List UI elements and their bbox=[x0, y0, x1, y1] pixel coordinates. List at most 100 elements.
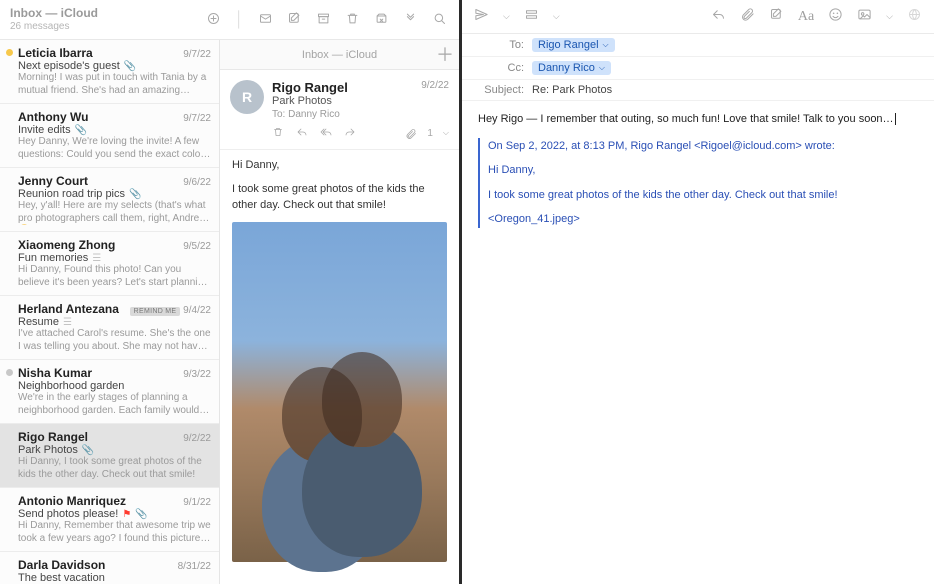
message-subject: Send photos please! bbox=[18, 508, 118, 520]
thread-icon: ☰ bbox=[63, 317, 72, 328]
message-row[interactable]: Antonio Manriquez 9/1/22Send photos plea… bbox=[0, 488, 219, 552]
to-token[interactable]: Rigo Rangel ⌵ bbox=[532, 38, 615, 52]
message-preview: I've attached Carol's resume. She's the … bbox=[18, 328, 211, 353]
chevron-down-icon: ⌵ bbox=[443, 128, 449, 140]
reader-attachment-group[interactable]: 1 ⌵ bbox=[405, 128, 449, 140]
message-from: Darla Davidson bbox=[18, 558, 105, 572]
message-row[interactable]: Rigo Rangel 9/2/22Park Photos📎Hi Danny, … bbox=[0, 424, 219, 488]
message-subject: Fun memories bbox=[18, 252, 88, 264]
message-preview: Hey, y'all! Here are my selects (that's … bbox=[18, 200, 211, 225]
message-subject: The best vacation bbox=[18, 572, 105, 584]
message-preview: We're in the early stages of planning a … bbox=[18, 392, 211, 417]
quote-line: <Oregon_41.jpeg> bbox=[488, 211, 918, 228]
remind-badge: REMIND ME bbox=[130, 307, 181, 316]
mailbox-title-block: Inbox — iCloud 26 messages bbox=[6, 7, 156, 31]
message-date: 9/3/22 bbox=[183, 369, 211, 380]
paperclip-icon: 📎 bbox=[124, 61, 136, 72]
markup-icon[interactable] bbox=[769, 7, 784, 26]
photo-browser-icon[interactable] bbox=[857, 7, 872, 26]
message-from: Jenny Court bbox=[18, 174, 88, 188]
compose-subject-row[interactable]: Subject: bbox=[462, 80, 934, 101]
compose-toolbar: ⌵ ⌵ Aa ⌵ bbox=[462, 0, 934, 34]
compose-cc-row[interactable]: Cc: Danny Rico ⌵ bbox=[462, 57, 934, 80]
message-subject: Park Photos bbox=[18, 444, 78, 456]
cc-token-name: Danny Rico bbox=[538, 62, 595, 74]
more-icon[interactable] bbox=[403, 11, 418, 29]
message-list[interactable]: Leticia Ibarra 9/7/22 Next episode's gues… bbox=[0, 40, 219, 584]
message-subject: Reunion road trip pics bbox=[18, 188, 125, 200]
reader-reply-icon[interactable] bbox=[296, 126, 308, 141]
message-row[interactable]: Anthony Wu 9/7/22Invite edits📎Hey Danny,… bbox=[0, 104, 219, 168]
left-toolbar-icons: │ bbox=[206, 11, 453, 29]
message-from: Xiaomeng Zhong bbox=[18, 238, 115, 252]
quoted-block: On Sep 2, 2022, at 8:13 PM, Rigo Rangel … bbox=[478, 138, 918, 228]
subheader-title: Inbox — iCloud bbox=[248, 49, 431, 61]
message-preview: Hey Danny, We're loving the invite! A fe… bbox=[18, 136, 211, 161]
message-preview: Hi Danny, Found this photo! Can you beli… bbox=[18, 264, 211, 289]
message-from: Leticia Ibarra bbox=[18, 46, 93, 60]
quote-line: I took some great photos of the kids the… bbox=[488, 187, 918, 204]
link-icon[interactable] bbox=[907, 7, 922, 26]
archive-icon[interactable] bbox=[316, 11, 331, 29]
paperclip-icon: 📎 bbox=[75, 125, 87, 136]
cc-label: Cc: bbox=[476, 62, 524, 74]
reader-trash-icon[interactable] bbox=[272, 126, 284, 141]
compose-body[interactable]: Hey Rigo — I remember that outing, so mu… bbox=[462, 101, 934, 246]
paperclip-icon: 📎 bbox=[129, 189, 141, 200]
subject-input[interactable] bbox=[532, 84, 920, 96]
compose-icon[interactable] bbox=[287, 11, 302, 29]
trash-icon[interactable] bbox=[345, 11, 360, 29]
header-fields-icon[interactable] bbox=[524, 7, 539, 26]
message-row[interactable]: Darla Davidson 8/31/22The best vacationR… bbox=[0, 552, 219, 584]
filter-icon[interactable] bbox=[206, 11, 221, 29]
quote-line: Hi Danny, bbox=[488, 162, 918, 179]
message-row[interactable]: Nisha Kumar 9/3/22Neighborhood gardenWe'… bbox=[0, 360, 219, 424]
message-from: Herland Antezana bbox=[18, 302, 119, 316]
to-token-name: Rigo Rangel bbox=[538, 39, 599, 51]
message-row[interactable]: Leticia Ibarra 9/7/22Next episode's gues… bbox=[0, 40, 219, 104]
paperclip-icon: 📎 bbox=[82, 445, 94, 456]
send-options-chevron-icon[interactable]: ⌵ bbox=[503, 11, 510, 22]
message-row[interactable]: Xiaomeng Zhong 9/5/22 Fun memories ☰Hi Dan… bbox=[0, 232, 219, 296]
mailbox-title: Inbox — iCloud bbox=[10, 7, 156, 20]
new-mail-icon[interactable] bbox=[258, 11, 273, 29]
avatar: R bbox=[230, 80, 264, 114]
paperclip-icon: 📎 bbox=[135, 509, 147, 520]
send-icon[interactable] bbox=[474, 7, 489, 26]
reader-header: 9/2/22 R Rigo Rangel Park Photos To: Dan… bbox=[220, 70, 459, 150]
attach-icon[interactable] bbox=[740, 7, 755, 26]
chevron-down-icon: ⌵ bbox=[599, 63, 605, 73]
reader-forward-icon[interactable] bbox=[344, 126, 356, 141]
chevron-down-icon: ⌵ bbox=[603, 40, 609, 50]
message-subject: Resume bbox=[18, 316, 59, 328]
reply-icon[interactable] bbox=[711, 7, 726, 26]
mailbox-count: 26 messages bbox=[10, 21, 156, 32]
compose-to-row[interactable]: To: Rigo Rangel ⌵ bbox=[462, 34, 934, 57]
message-subject: Next episode's guest bbox=[18, 60, 120, 72]
header-options-chevron-icon[interactable]: ⌵ bbox=[553, 11, 560, 22]
thread-icon: ☰ bbox=[92, 253, 101, 264]
mail-window: Inbox — iCloud 26 messages │ bbox=[0, 0, 462, 584]
message-date: 9/6/22 bbox=[183, 177, 211, 188]
to-label: To: bbox=[476, 39, 524, 51]
attachment-photo[interactable] bbox=[232, 222, 447, 562]
message-row[interactable]: Herland AntezanaREMIND ME 9/4/22Resume☰I… bbox=[0, 296, 219, 360]
photo-options-chevron-icon[interactable]: ⌵ bbox=[886, 11, 893, 22]
junk-icon[interactable] bbox=[374, 11, 389, 29]
reader-column: Inbox — iCloud ＋ 9/2/22 R Rigo Rangel Pa… bbox=[220, 40, 459, 584]
message-from: Rigo Rangel bbox=[18, 430, 88, 444]
flag-icon: ⚑ bbox=[122, 509, 131, 520]
message-row[interactable]: Jenny Court 9/6/22 Reunion road trip pics… bbox=[0, 168, 219, 232]
reader-to-label: To: bbox=[272, 109, 285, 120]
message-date: 9/7/22 bbox=[183, 113, 211, 124]
quote-header: On Sep 2, 2022, at 8:13 PM, Rigo Rangel … bbox=[488, 138, 918, 155]
add-tab-button[interactable]: ＋ bbox=[431, 46, 459, 64]
cc-token[interactable]: Danny Rico ⌵ bbox=[532, 61, 611, 75]
emoji-icon[interactable] bbox=[828, 7, 843, 26]
message-date: 9/5/22 bbox=[183, 241, 211, 252]
search-icon[interactable] bbox=[432, 11, 447, 29]
format-icon[interactable]: Aa bbox=[798, 9, 814, 25]
reader-body-text: I took some great photos of the kids the… bbox=[232, 182, 447, 214]
message-date: 8/31/22 bbox=[178, 561, 211, 572]
reader-reply-all-icon[interactable] bbox=[320, 126, 332, 141]
